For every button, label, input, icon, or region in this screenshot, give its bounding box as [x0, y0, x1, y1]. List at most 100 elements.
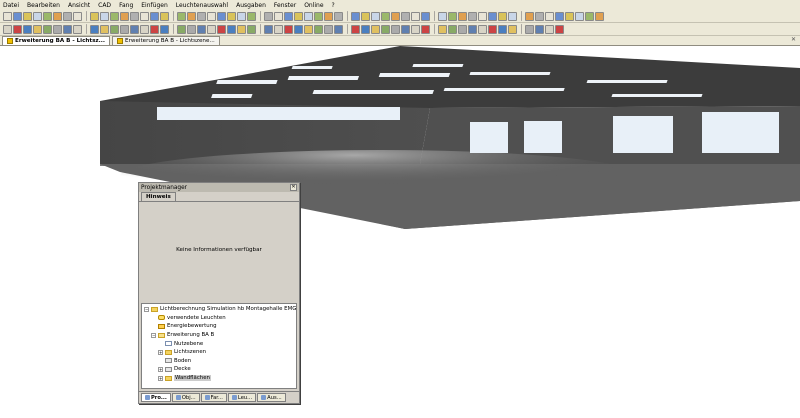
menu-item-5[interactable]: Einfügen [141, 2, 167, 9]
toolbar-tool-icon[interactable] [247, 11, 256, 21]
toolbar-tool-icon[interactable] [525, 24, 534, 34]
toolbar-tool-icon[interactable] [264, 24, 273, 34]
toolbar-tool-icon[interactable] [63, 11, 72, 21]
3d-viewport[interactable]: Projektmanager ✕ Hinweis Keine Informati… [0, 46, 800, 418]
toolbar-tool-icon[interactable] [525, 11, 534, 21]
toolbar-tool-icon[interactable] [284, 24, 293, 34]
toolbar-tool-icon[interactable] [508, 11, 517, 21]
toolbar-tool-icon[interactable] [140, 11, 149, 21]
toolbar-tool-icon[interactable] [217, 11, 226, 21]
bottom-tab[interactable]: Pro... [141, 393, 171, 402]
toolbar-tool-icon[interactable] [381, 24, 390, 34]
toolbar-tool-icon[interactable] [498, 24, 507, 34]
toolbar-tool-icon[interactable] [438, 11, 447, 21]
toolbar-tool-icon[interactable] [478, 24, 487, 34]
menu-item-2[interactable]: Ansicht [68, 2, 90, 9]
toolbar-tool-icon[interactable] [110, 24, 119, 34]
toolbar-tool-icon[interactable] [120, 11, 129, 21]
toolbar-tool-icon[interactable] [565, 11, 574, 21]
toolbar-tool-icon[interactable] [361, 24, 370, 34]
doc-tab-2[interactable]: Erweiterung BA B - Lichtszene... [112, 36, 220, 45]
toolbar-tool-icon[interactable] [498, 11, 507, 21]
toolbar-tool-icon[interactable] [274, 11, 283, 21]
toolbar-tool-icon[interactable] [304, 11, 313, 21]
toolbar-tool-icon[interactable] [391, 11, 400, 21]
collapse-icon[interactable]: − [144, 306, 149, 312]
toolbar-tool-icon[interactable] [160, 11, 169, 21]
toolbar-tool-icon[interactable] [73, 24, 82, 34]
expand-icon[interactable]: + [158, 375, 163, 381]
bottom-tab[interactable]: Leu... [227, 393, 257, 402]
toolbar-tool-icon[interactable] [555, 24, 564, 34]
project-tree[interactable]: − Lichtberechnung Simulation hb Montageha… [141, 303, 297, 389]
toolbar-tool-icon[interactable] [23, 24, 32, 34]
toolbar-tool-icon[interactable] [120, 24, 129, 34]
toolbar-tool-icon[interactable] [110, 11, 119, 21]
toolbar-tool-icon[interactable] [73, 11, 82, 21]
toolbar-tool-icon[interactable] [217, 24, 226, 34]
expand-icon[interactable]: + [158, 366, 163, 372]
toolbar-tool-icon[interactable] [448, 24, 457, 34]
expand-icon[interactable]: + [158, 349, 163, 355]
toolbar-tool-icon[interactable] [207, 24, 216, 34]
toolbar-tool-icon[interactable] [304, 24, 313, 34]
toolbar-tool-icon[interactable] [438, 24, 447, 34]
toolbar-tool-icon[interactable] [381, 11, 390, 21]
toolbar-tool-icon[interactable] [100, 24, 109, 34]
toolbar-tool-icon[interactable] [13, 11, 22, 21]
bottom-tab[interactable]: Far... [200, 393, 227, 402]
menu-item-0[interactable]: Datei [3, 2, 19, 9]
menu-item-10[interactable]: ? [332, 2, 335, 9]
close-icon[interactable]: ✕ [290, 184, 297, 191]
bottom-tab[interactable]: Obj... [171, 393, 200, 402]
toolbar-tool-icon[interactable] [53, 24, 62, 34]
toolbar-tool-icon[interactable] [421, 24, 430, 34]
toolbar-tool-icon[interactable] [334, 24, 343, 34]
menu-item-3[interactable]: CAD [98, 2, 111, 9]
toolbar-tool-icon[interactable] [187, 11, 196, 21]
toolbar-tool-icon[interactable] [458, 11, 467, 21]
toolbar-tool-icon[interactable] [545, 11, 554, 21]
toolbar-tool-icon[interactable] [314, 24, 323, 34]
toolbar-tool-icon[interactable] [150, 11, 159, 21]
toolbar-tool-icon[interactable] [63, 24, 72, 34]
toolbar-tool-icon[interactable] [294, 11, 303, 21]
menu-item-8[interactable]: Fenster [274, 2, 296, 9]
tab-hinweis[interactable]: Hinweis [141, 192, 176, 201]
toolbar-tool-icon[interactable] [150, 24, 159, 34]
toolbar-tool-icon[interactable] [247, 24, 256, 34]
toolbar-tool-icon[interactable] [3, 24, 12, 34]
toolbar-tool-icon[interactable] [535, 11, 544, 21]
toolbar-tool-icon[interactable] [545, 24, 554, 34]
toolbar-tool-icon[interactable] [177, 24, 186, 34]
toolbar-tool-icon[interactable] [3, 11, 12, 21]
toolbar-tool-icon[interactable] [284, 11, 293, 21]
toolbar-tool-icon[interactable] [264, 11, 273, 21]
tree-item[interactable]: − Erweiterung BA B [144, 331, 296, 340]
toolbar-tool-icon[interactable] [575, 11, 584, 21]
tree-item[interactable]: + Lichtszenen [144, 348, 296, 357]
toolbar-tool-icon[interactable] [458, 24, 467, 34]
toolbar-tool-icon[interactable] [421, 11, 430, 21]
toolbar-tool-icon[interactable] [351, 11, 360, 21]
toolbar-tool-icon[interactable] [294, 24, 303, 34]
collapse-icon[interactable]: − [151, 332, 156, 338]
toolbar-tool-icon[interactable] [508, 24, 517, 34]
close-icon[interactable]: ✕ [791, 36, 796, 43]
toolbar-tool-icon[interactable] [555, 11, 564, 21]
toolbar-tool-icon[interactable] [130, 11, 139, 21]
toolbar-tool-icon[interactable] [324, 24, 333, 34]
toolbar-tool-icon[interactable] [237, 11, 246, 21]
menu-item-1[interactable]: Bearbeiten [27, 2, 60, 9]
tree-item[interactable]: + Decke [144, 365, 296, 374]
toolbar-tool-icon[interactable] [90, 11, 99, 21]
toolbar-tool-icon[interactable] [371, 11, 380, 21]
tree-item[interactable]: + Wandflächen [144, 374, 296, 383]
menu-item-9[interactable]: Online [304, 2, 323, 9]
toolbar-tool-icon[interactable] [274, 24, 283, 34]
menu-item-7[interactable]: Ausgaben [236, 2, 266, 9]
toolbar-tool-icon[interactable] [23, 11, 32, 21]
toolbar-tool-icon[interactable] [371, 24, 380, 34]
toolbar-tool-icon[interactable] [391, 24, 400, 34]
toolbar-tool-icon[interactable] [314, 11, 323, 21]
